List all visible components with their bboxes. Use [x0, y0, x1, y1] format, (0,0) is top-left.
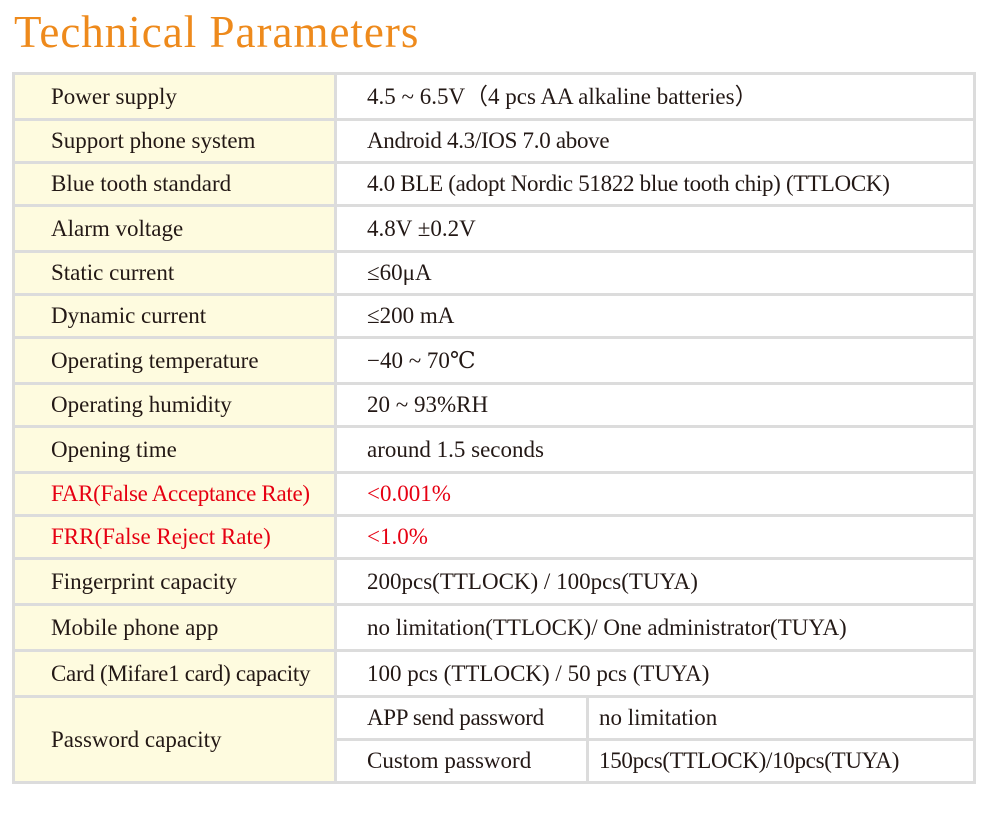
row-label: Mobile phone app	[12, 603, 337, 652]
password-sub-label: APP send password	[334, 695, 589, 741]
row-operating-temperature: Operating temperature −40 ~ 70℃	[12, 336, 977, 385]
row-far: FAR(False Acceptance Rate) <0.001%	[12, 471, 977, 517]
row-label: FRR(False Reject Rate)	[12, 514, 337, 560]
row-mobile-phone-app: Mobile phone app no limitation(TTLOCK)/ …	[12, 603, 977, 652]
row-frr: FRR(False Reject Rate) <1.0%	[12, 514, 977, 560]
row-dynamic-current: Dynamic current ≤200 mA	[12, 293, 977, 339]
row-label: Static current	[12, 250, 337, 296]
row-fingerprint-capacity: Fingerprint capacity 200pcs(TTLOCK) / 10…	[12, 557, 977, 606]
row-label: Opening time	[12, 425, 337, 474]
row-value: ≤60μA	[333, 250, 977, 296]
row-value: Android 4.3/IOS 7.0 above	[333, 118, 977, 164]
row-operating-humidity: Operating humidity 20 ~ 93%RH	[12, 382, 977, 428]
row-label: Dynamic current	[12, 293, 337, 339]
row-value: <0.001%	[333, 471, 977, 517]
row-label: Operating temperature	[12, 336, 337, 385]
row-value: 20 ~ 93%RH	[333, 382, 977, 428]
row-label: Password capacity	[12, 695, 337, 784]
row-value: 100 pcs (TTLOCK) / 50 pcs (TUYA)	[333, 649, 977, 698]
row-label: Alarm voltage	[12, 204, 337, 253]
row-static-current: Static current ≤60μA	[12, 250, 977, 296]
row-card-capacity: Card (Mifare1 card) capacity 100 pcs (TT…	[12, 649, 977, 698]
row-opening-time: Opening time around 1.5 seconds	[12, 425, 977, 474]
row-value: no limitation(TTLOCK)/ One administrator…	[333, 603, 977, 652]
row-password-capacity: Password capacity APP send password no l…	[12, 695, 977, 784]
row-value: −40 ~ 70℃	[333, 336, 977, 385]
row-power-supply: Power supply 4.5 ~ 6.5V（4 pcs AA alkalin…	[12, 72, 977, 121]
row-value: 200pcs(TTLOCK) / 100pcs(TUYA)	[333, 557, 977, 606]
password-sub-value: 150pcs(TTLOCK)/10pcs(TUYA)	[585, 738, 977, 784]
row-value: ≤200 mA	[333, 293, 977, 339]
page-title: Technical Parameters	[14, 7, 420, 57]
row-value: 4.8V ±0.2V	[333, 204, 977, 253]
password-sub-value: no limitation	[585, 695, 977, 741]
row-label: Card (Mifare1 card) capacity	[12, 649, 337, 698]
row-bluetooth-standard: Blue tooth standard 4.0 BLE (adopt Nordi…	[12, 161, 977, 207]
row-label: Support phone system	[12, 118, 337, 164]
row-alarm-voltage: Alarm voltage 4.8V ±0.2V	[12, 204, 977, 253]
row-value: around 1.5 seconds	[333, 425, 977, 474]
row-label: Fingerprint capacity	[12, 557, 337, 606]
row-value: 4.5 ~ 6.5V（4 pcs AA alkaline batteries）	[333, 72, 977, 121]
row-label: Power supply	[12, 72, 337, 121]
password-sub-label: Custom password	[334, 738, 589, 784]
row-label: FAR(False Acceptance Rate)	[12, 471, 337, 517]
row-value: <1.0%	[333, 514, 977, 560]
row-label: Blue tooth standard	[12, 161, 337, 207]
row-support-phone-system: Support phone system Android 4.3/IOS 7.0…	[12, 118, 977, 164]
technical-parameters-table: Power supply 4.5 ~ 6.5V（4 pcs AA alkalin…	[12, 72, 977, 784]
row-value: 4.0 BLE (adopt Nordic 51822 blue tooth c…	[333, 161, 977, 207]
row-label: Operating humidity	[12, 382, 337, 428]
